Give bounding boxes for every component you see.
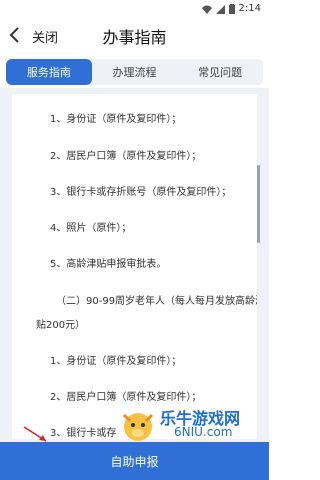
content-line: （二）90-99周岁老年人（每人每月发放高龄津 <box>56 296 257 307</box>
watermark: 乐牛游戏网 6NIU.com <box>118 405 269 445</box>
signal-icon <box>215 4 225 14</box>
wifi-icon <box>201 5 212 14</box>
content-line: 1、身份证（原件及复印件）； <box>50 356 182 367</box>
content-line: 1、身份证（原件及复印件）； <box>50 114 182 125</box>
status-icons: 2:14 <box>201 3 261 15</box>
tab-bar: 服务指南 办理流程 常见问题 <box>6 59 263 85</box>
page-title: 办事指南 <box>102 28 167 47</box>
content-line: 贴200元） <box>36 320 86 331</box>
tab-bar-container: 服务指南 办理流程 常见问题 <box>0 54 269 88</box>
content-line: 2、居民户口簿（原件及复印件）； <box>50 151 202 162</box>
status-time: 2:14 <box>238 3 261 14</box>
self-report-label: 自助申报 <box>110 454 159 469</box>
status-bar: 2:14 <box>0 0 269 18</box>
content-line: 3、银行卡或存折账号（原件及复印件）； <box>50 187 232 198</box>
cow-logo-icon <box>122 413 154 441</box>
tab-faq[interactable]: 常见问题 <box>177 59 263 85</box>
watermark-url: 6NIU.com <box>174 425 233 439</box>
battery-icon <box>228 4 235 14</box>
content-line: 5、高龄津贴申报审批表。 <box>50 259 167 270</box>
content-line: 4、照片（原件）； <box>50 223 132 234</box>
scrollbar[interactable] <box>257 165 260 243</box>
tab-process[interactable]: 办理流程 <box>92 59 178 85</box>
header-bar: 关闭 办事指南 <box>0 18 269 54</box>
guide-content-card[interactable]: 1、身份证（原件及复印件）； 2、居民户口簿（原件及复印件）； 3、银行卡或存折… <box>12 94 257 439</box>
tab-service-guide[interactable]: 服务指南 <box>6 59 92 85</box>
self-report-button[interactable]: 自助申报 <box>0 442 269 480</box>
content-line: 2、居民户口簿（原件及复印件）； <box>50 392 202 403</box>
